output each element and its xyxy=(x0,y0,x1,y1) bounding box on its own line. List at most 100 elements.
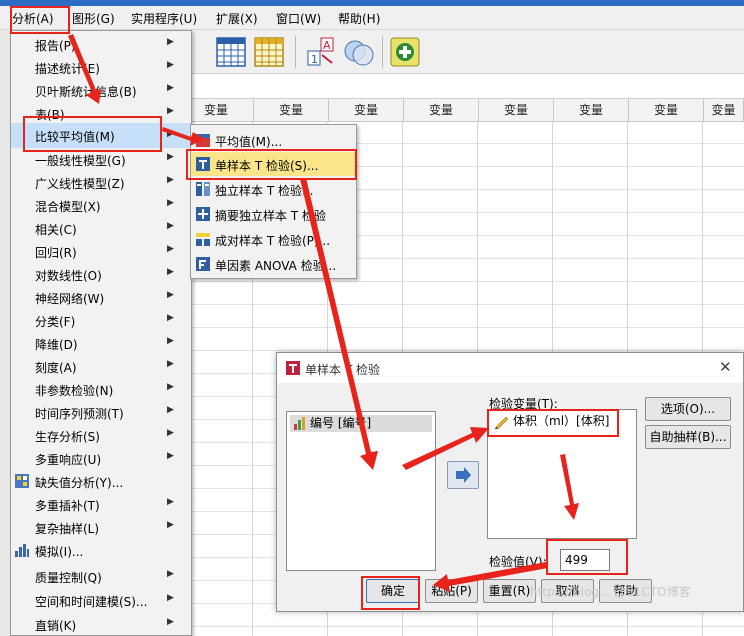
menu-extensions[interactable]: 扩展(X) xyxy=(216,10,258,27)
test-value-input[interactable]: 499 xyxy=(560,549,610,571)
column-header-var[interactable]: 变量 xyxy=(629,99,704,122)
variable-view-button[interactable] xyxy=(214,35,248,69)
column-header-var[interactable]: 变量 xyxy=(254,99,329,122)
submenu-item-independent-samples-t-test[interactable]: 独立样本 T 检验... xyxy=(191,177,356,201)
menu-item-label: 多重插补(T) xyxy=(35,499,100,513)
test-value-label: 检验值(V): xyxy=(489,555,547,569)
value-labels-icon: 1 A xyxy=(307,37,334,66)
menu-item-survival[interactable]: 生存分析(S) ▶ xyxy=(11,424,191,447)
menu-item-compare-means[interactable]: 比较平均值(M) ▶ xyxy=(11,123,191,148)
submenu-arrow-icon: ▶ xyxy=(167,152,174,162)
menu-item-spatial-temporal-modeling[interactable]: 空间和时间建模(S)... ▶ xyxy=(11,589,191,612)
menu-item-complex-samples[interactable]: 复杂抽样(L) ▶ xyxy=(11,516,191,539)
menu-item-label: 混合模型(X) xyxy=(35,200,101,214)
submenu-item-one-sample-t-test[interactable]: 单样本 T 检验(S)... xyxy=(191,152,356,176)
submenu-arrow-icon: ▶ xyxy=(167,175,174,185)
submenu-item-one-way-anova[interactable]: 单因素 ANOVA 检验... xyxy=(191,252,356,276)
test-variables-list[interactable]: 体积（ml）[体积] xyxy=(487,409,637,539)
menu-item-scale[interactable]: 刻度(A) ▶ xyxy=(11,355,191,378)
use-sets-button[interactable] xyxy=(342,35,376,69)
column-header-var[interactable]: 变量 xyxy=(329,99,404,122)
menu-item-forecasting[interactable]: 时间序列预测(T) ▶ xyxy=(11,401,191,424)
cell-editor-strip xyxy=(192,74,744,99)
menu-item-general-linear-model[interactable]: 一般线性模型(G) ▶ xyxy=(11,148,191,171)
submenu-item-label: 独立样本 T 检验... xyxy=(215,184,314,198)
column-header-var[interactable]: 变量 xyxy=(479,99,554,122)
menu-graphs[interactable]: 图形(G) xyxy=(72,10,115,27)
menu-item-regression[interactable]: 回归(R) ▶ xyxy=(11,240,191,263)
menu-analyze[interactable]: 分析(A) xyxy=(12,10,54,27)
menu-item-quality-control[interactable]: 质量控制(Q) ▶ xyxy=(11,565,191,588)
test-variable-label: 体积（ml）[体积] xyxy=(513,414,610,428)
submenu-arrow-icon: ▶ xyxy=(167,520,174,530)
menu-item-label: 复杂抽样(L) xyxy=(35,522,100,536)
menu-item-generalized-linear-models[interactable]: 广义线性模型(Z) ▶ xyxy=(11,171,191,194)
value-labels-button[interactable]: 1 A xyxy=(304,35,338,69)
menu-item-correlate[interactable]: 相关(C) ▶ xyxy=(11,217,191,240)
menu-item-multiple-response[interactable]: 多重响应(U) ▶ xyxy=(11,447,191,470)
source-variable-label: 编号 [编号] xyxy=(310,416,372,430)
test-variable-item[interactable]: 体积（ml）[体积] xyxy=(491,413,631,430)
menu-item-descriptive-statistics[interactable]: 描述统计(E) ▶ xyxy=(11,56,191,79)
pencil-ruler-icon xyxy=(495,416,509,429)
menu-window[interactable]: 窗口(W) xyxy=(276,10,321,27)
submenu-item-label: 平均值(M)... xyxy=(215,135,283,149)
menu-item-tables[interactable]: 表(B) ▶ xyxy=(11,102,191,125)
options-button[interactable]: 选项(O)... xyxy=(645,397,731,421)
menu-item-label: 一般线性模型(G) xyxy=(35,154,126,168)
submenu-item-label: 成对样本 T 检验(P)... xyxy=(215,234,331,248)
menu-item-neural-networks[interactable]: 神经网络(W) ▶ xyxy=(11,286,191,309)
submenu-item-label: 单因素 ANOVA 检验... xyxy=(215,259,337,273)
svg-text:1: 1 xyxy=(311,53,318,66)
menu-help[interactable]: 帮助(H) xyxy=(338,10,380,27)
paste-button[interactable]: 粘贴(P) xyxy=(425,579,478,603)
menu-item-missing-value-analysis[interactable]: 缺失值分析(Y)... xyxy=(11,470,191,493)
menu-item-nonparametric-tests[interactable]: 非参数检验(N) ▶ xyxy=(11,378,191,401)
column-header-var[interactable]: 变量 xyxy=(704,99,744,122)
menu-item-classify[interactable]: 分类(F) ▶ xyxy=(11,309,191,332)
toolbar-separator xyxy=(295,36,296,68)
submenu-arrow-icon: ▶ xyxy=(167,129,174,139)
submenu-item-label: 摘要独立样本 T 检验 xyxy=(215,209,326,223)
svg-text:A: A xyxy=(323,39,331,52)
menu-item-simulation[interactable]: 模拟(I)... xyxy=(11,539,191,562)
data-view-button[interactable] xyxy=(252,35,286,69)
column-header-var[interactable]: 变量 xyxy=(404,99,479,122)
menu-item-label: 空间和时间建模(S)... xyxy=(35,595,148,609)
menu-item-bayesian-statistics[interactable]: 贝叶斯统计信息(B) ▶ xyxy=(11,79,191,102)
menu-item-label: 贝叶斯统计信息(B) xyxy=(35,85,137,99)
source-variable-item[interactable]: 编号 [编号] xyxy=(290,415,432,432)
menu-item-label: 质量控制(Q) xyxy=(35,571,102,585)
close-icon[interactable]: ✕ xyxy=(719,358,732,376)
column-header-var[interactable]: 变量 xyxy=(554,99,629,122)
menu-item-label: 相关(C) xyxy=(35,223,77,237)
plus-plugin-icon xyxy=(390,37,420,67)
bootstrap-button[interactable]: 自助抽样(B)... xyxy=(645,425,731,449)
means-icon xyxy=(196,134,210,147)
menu-item-multiple-imputation[interactable]: 多重插补(T) ▶ xyxy=(11,493,191,516)
menu-item-reports[interactable]: 报告(P) ▶ xyxy=(11,33,191,56)
submenu-item-summary-independent-t-test[interactable]: 摘要独立样本 T 检验 xyxy=(191,202,356,226)
submenu-item-means[interactable]: 平均值(M)... xyxy=(191,128,356,152)
anova-icon xyxy=(196,257,210,271)
source-variable-list[interactable]: 编号 [编号] xyxy=(286,411,436,571)
submenu-item-paired-samples-t-test[interactable]: 成对样本 T 检验(P)... xyxy=(191,227,356,251)
dialog-titlebar[interactable]: 单样本 T 检验 ✕ xyxy=(277,353,743,383)
move-variable-button[interactable] xyxy=(447,461,479,489)
menu-utilities[interactable]: 实用程序(U) xyxy=(131,10,197,27)
menu-item-loglinear[interactable]: 对数线性(O) ▶ xyxy=(11,263,191,286)
watermark: https://blog... @51CTO博客 xyxy=(530,585,691,599)
menu-item-mixed-models[interactable]: 混合模型(X) ▶ xyxy=(11,194,191,217)
menu-item-direct-marketing[interactable]: 直销(K) ▶ xyxy=(11,613,191,636)
submenu-arrow-icon: ▶ xyxy=(167,60,174,70)
reset-button[interactable]: 重置(R) xyxy=(483,579,536,603)
menu-item-label: 表(B) xyxy=(35,108,65,122)
extension-button[interactable] xyxy=(388,35,422,69)
submenu-arrow-icon: ▶ xyxy=(167,244,174,254)
menu-item-label: 神经网络(W) xyxy=(35,292,105,306)
submenu-arrow-icon: ▶ xyxy=(167,37,174,47)
menu-item-dimension-reduction[interactable]: 降维(D) ▶ xyxy=(11,332,191,355)
ok-button[interactable]: 确定 xyxy=(366,579,420,603)
summary-t-icon xyxy=(196,207,210,221)
paired-t-icon xyxy=(196,233,210,246)
